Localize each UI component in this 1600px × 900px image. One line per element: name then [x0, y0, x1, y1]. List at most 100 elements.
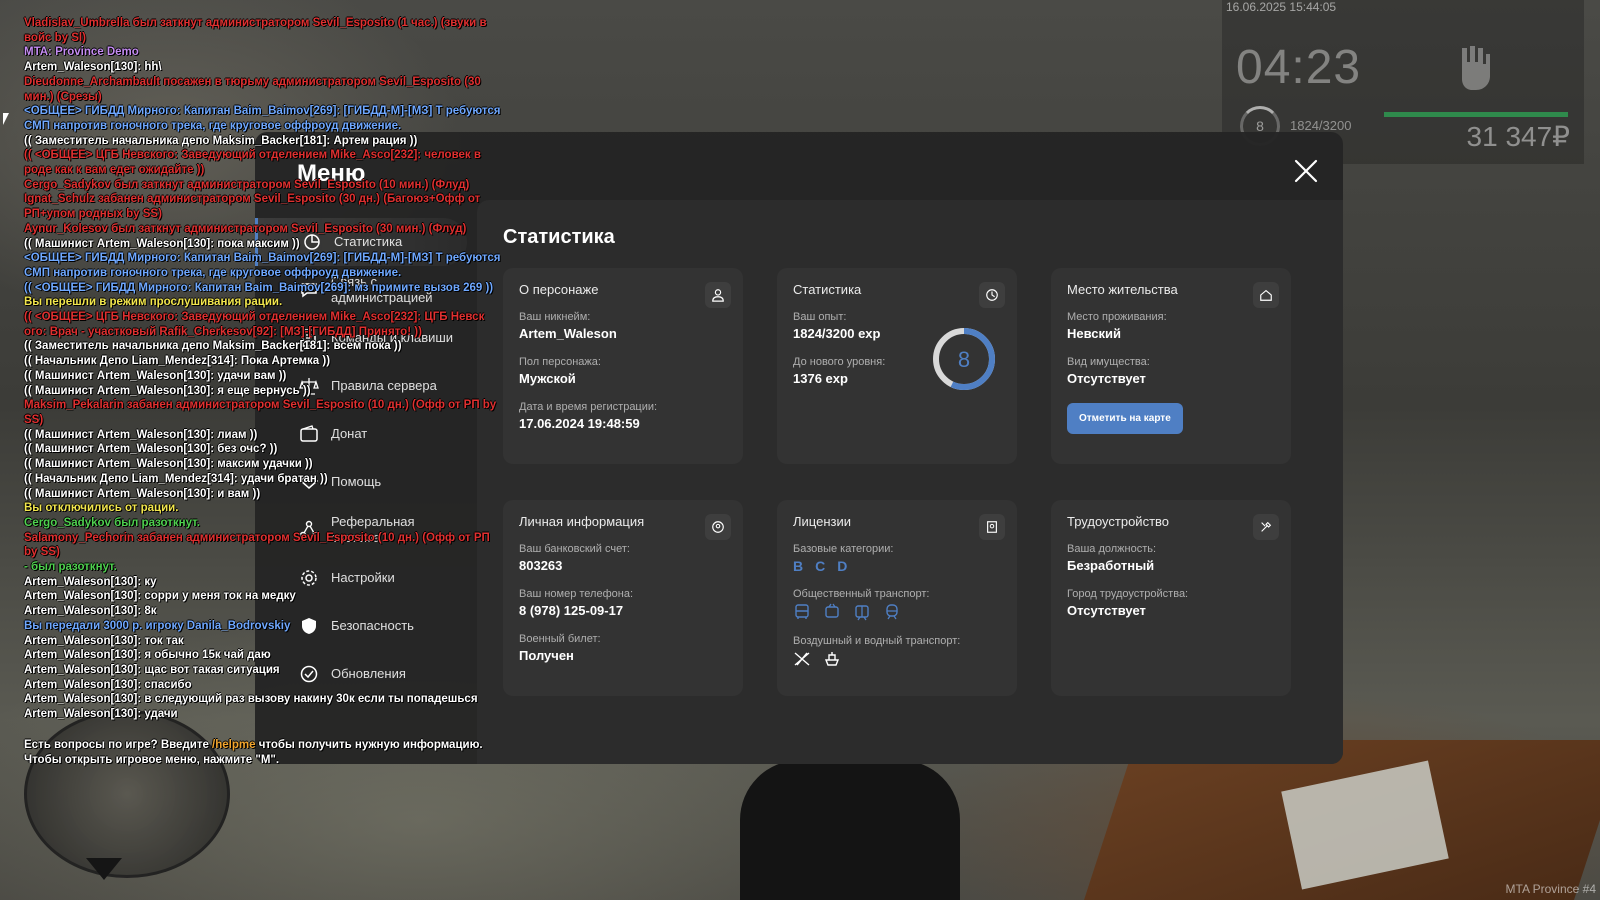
minimap-arrow-icon — [86, 858, 122, 880]
server-watermark: MTA Province #4 — [1505, 882, 1596, 896]
chat-message: <ОБЩЕЕ> ГИБДД Мирного: Капитан Baim_Baim… — [24, 252, 501, 279]
chat-message: (( Начальник Депо Liam_Mendez[314]: Пока… — [24, 355, 331, 368]
hud-health-bar — [1384, 112, 1568, 117]
card-title: Лицензии — [793, 514, 851, 529]
field-label: Город трудоустройства: — [1067, 588, 1189, 600]
chat-message: (( <ОБЩЕЕ> ЦГБ Невского: Заведующий отде… — [24, 311, 485, 338]
card-title: Трудоустройство — [1067, 514, 1170, 529]
plane-icon — [794, 652, 810, 666]
player-figure — [740, 760, 960, 900]
chat-message: (( Заместитель начальника депо Maksim_Ba… — [24, 134, 418, 147]
chat-message: (( Машинист Artem_Waleson[130]: лиам )) — [24, 428, 258, 441]
level-number: 8 — [958, 347, 970, 372]
chat-message: Вы отключились от рации. — [24, 502, 179, 515]
card-title: Личная информация — [519, 514, 645, 529]
field-label: Ваш опыт: — [793, 311, 847, 323]
level-progress-ring: 8 — [933, 328, 995, 390]
field-label: Ваш банковский счет: — [519, 543, 630, 555]
hud-datetime: 16.06.2025 15:44:05 — [1226, 0, 1337, 14]
mark-on-map-button[interactable]: Отметить на карте — [1067, 403, 1183, 434]
minimap — [24, 710, 230, 878]
field-label: Пол персонажа: — [519, 356, 601, 368]
chat-help-line2: Чтобы открыть игровое меню, нажмите "M". — [24, 753, 280, 766]
property-value: Отсутствует — [1067, 371, 1146, 386]
chat-message: Artem_Waleson[130]: ку — [24, 575, 157, 588]
chat-message: MTA: Province Demo — [24, 46, 139, 59]
chat-message: Artem_Waleson[130]: hh\ — [24, 61, 162, 74]
chat-help-command: /helpme — [212, 739, 256, 751]
chat-message: Artem_Waleson[130]: удачи — [24, 708, 178, 721]
license-category: B — [793, 558, 804, 574]
stats-panel: Статистика О персонаже Ваш никнейм: Arte… — [477, 200, 1343, 764]
phone-value: 8 (978) 125-09-17 — [519, 603, 624, 618]
employment-city-value: Отсутствует — [1067, 603, 1146, 618]
nickname-value: Artem_Waleson — [519, 326, 617, 341]
chat-message: Artem_Waleson[130]: 8к — [24, 605, 157, 618]
card-title: Место жительства — [1067, 282, 1178, 297]
house-icon — [1253, 282, 1279, 308]
chat-message: Artem_Waleson[130]: щас вот такая ситуац… — [24, 663, 280, 676]
chat-message: (( Машинист Artem_Waleson[130]: без очс?… — [24, 443, 278, 456]
chat-message: - был разоткнут. — [24, 561, 117, 574]
close-icon[interactable] — [1291, 156, 1321, 186]
user-icon — [705, 282, 731, 308]
field-label: Ваша должность: — [1067, 543, 1157, 555]
chat-message: Cergo_Sadykov был заткнут администраторо… — [24, 178, 470, 191]
card-statistics: Статистика Ваш опыт: 1824/3200 exp До но… — [777, 268, 1017, 464]
public-transport-icons — [793, 603, 1001, 621]
card-character: О персонаже Ваш никнейм: Artem_Waleson П… — [503, 268, 743, 464]
card-title: Статистика — [793, 282, 862, 297]
license-category: C — [815, 558, 826, 574]
mouse-cursor-icon — [3, 113, 9, 125]
chat-message: Artem_Waleson[130]: ток так — [24, 634, 184, 647]
chat-message: (( <ОБЩЕЕ> ЦГБ Невского: Заведующий отде… — [24, 149, 481, 177]
chat-message: (( Машинист Artem_Waleson[130]: пока мак… — [24, 237, 300, 250]
id-icon — [705, 514, 731, 540]
field-label: Ваш номер телефона: — [519, 588, 634, 600]
boat-icon — [824, 652, 840, 666]
chat-message: Maksim_Pekalarin забанен администратором… — [24, 399, 497, 426]
chat-message: Artem_Waleson[130]: спасибо — [24, 678, 192, 691]
stats-title: Статистика — [503, 226, 615, 248]
gender-value: Мужской — [519, 371, 576, 386]
chat-log: Vladislav_Umbrella был заткнут администр… — [24, 16, 504, 722]
field-label: Военный билет: — [519, 633, 601, 645]
field-label: Место проживания: — [1067, 311, 1167, 323]
tools-icon — [1253, 514, 1279, 540]
license-category: D — [837, 558, 848, 574]
chat-message: (( Начальник Депо Liam_Mendez[314]: удач… — [24, 472, 328, 485]
chat-help-prefix: Есть вопросы по игре? Введите — [24, 739, 213, 751]
chat-message: (( Машинист Artem_Waleson[130]: максим у… — [24, 458, 313, 471]
chat-message: (( Машинист Artem_Waleson[130]: удачи ва… — [24, 369, 287, 382]
chat-message: Artem_Waleson[130]: сорри у меня ток на … — [24, 590, 296, 603]
hud-exp: 1824/3200 — [1290, 118, 1352, 133]
clock-icon — [979, 282, 1005, 308]
field-label: Ваш никнейм: — [519, 311, 591, 323]
chat-message: Vladislav_Umbrella был заткнут администр… — [24, 17, 487, 44]
residence-value: Невский — [1067, 326, 1122, 341]
chat-message: Dieudonne_Archambault посажен в тюрьму а… — [24, 75, 481, 103]
license-icon — [979, 514, 1005, 540]
bank-account-value: 803263 — [519, 558, 563, 573]
card-personal-info: Личная информация Ваш банковский счет: 8… — [503, 500, 743, 696]
field-label: Дата и время регистрации: — [519, 401, 658, 413]
chat-message: Artem_Waleson[130]: я обычно 15к чай даю — [24, 649, 271, 662]
chat-message: (( Машинист Artem_Waleson[130]: и вам )) — [24, 487, 261, 500]
fist-icon — [1462, 46, 1490, 90]
chat-message: <ОБЩЕЕ> ГИБДД Мирного: Капитан Baim_Baim… — [24, 105, 501, 132]
hud-clock: 04:23 — [1236, 41, 1362, 94]
chat-message: Aynur_Kolesov был заткнут администраторо… — [24, 222, 467, 235]
position-value: Безработный — [1067, 558, 1155, 573]
hud-money: 31 347₽ — [1466, 121, 1570, 152]
trolleybus-icon — [825, 603, 839, 618]
chat-message: (( Заместитель начальника депо Maksim_Ba… — [24, 340, 402, 353]
tram-icon — [855, 605, 869, 621]
field-label: Вид имущества: — [1067, 356, 1150, 368]
field-label: Воздушный и водный транспорт: — [793, 635, 961, 647]
chat-message: Вы передали 3000 р. игроку Danila_Bodrov… — [24, 619, 291, 632]
license-categories: B C D — [793, 558, 1001, 574]
card-employment: Трудоустройство Ваша должность: Безработ… — [1051, 500, 1291, 696]
bus-icon — [795, 604, 809, 619]
train-icon — [886, 604, 898, 620]
chat-message: Artem_Waleson[130]: в следующий раз вызо… — [24, 693, 478, 706]
